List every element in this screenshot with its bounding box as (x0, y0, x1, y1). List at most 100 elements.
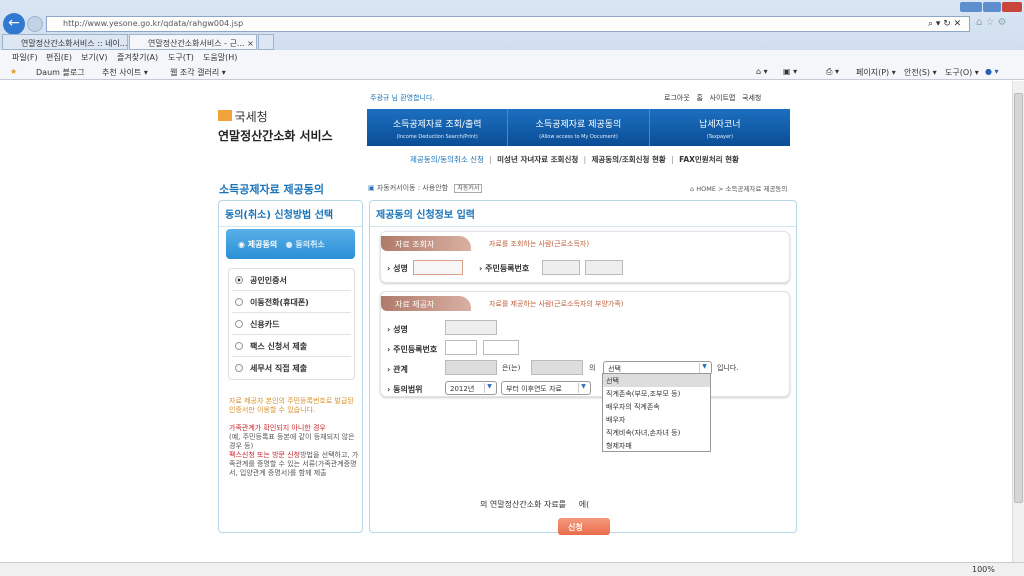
auto-cursor-text: 자동커서이동 : 사용안함 (376, 184, 449, 192)
subnav-minor[interactable]: 미성년 자녀자료 조회신청 (497, 155, 578, 164)
provider-name-label: › 성명 (387, 325, 408, 334)
command-page[interactable]: 페이지(P) ▾ (856, 67, 896, 78)
method-fax[interactable]: 팩스 신청서 제출 (232, 335, 351, 357)
fav-web-slice-gallery[interactable]: 웹 조각 갤러리 ▾ (170, 67, 226, 78)
year-select[interactable]: 2012년 ▼ (445, 381, 497, 395)
breadcrumb: ⌂ HOME > 소득공제자료 제공동의 (690, 183, 787, 193)
agency-name: 국세청 (234, 110, 268, 124)
option[interactable]: 직계비속(자녀,손자녀 등) (603, 426, 710, 439)
method-panel: 동의(취소) 신청방법 선택 ◉ 제공동의 ● 동의취소 공인인증서 이동전화(… (218, 200, 363, 533)
chevron-down-icon: ▼ (699, 363, 709, 373)
menu-bar: 파일(F) 편집(E) 보기(V) 즐겨찾기(A) 도구(T) 도움말(H) (0, 50, 1024, 64)
auto-cursor: ▣ 자동커서이동 : 사용안함 자동커서 (368, 183, 483, 193)
method-visit[interactable]: 세무서 직접 제출 (232, 357, 351, 379)
nav-search-print[interactable]: 소득공제자료 조회/출력 (Income Deduction Search/Pri… (367, 109, 509, 146)
search-refresh-stop-icons[interactable]: ⌕ ▾ ↻ ✕ (928, 19, 961, 29)
method-certificate[interactable]: 공인인증서 (232, 269, 351, 291)
note-family-red: 가족관계가 확인되지 아니한 경우 (229, 424, 326, 432)
range-select[interactable]: 부터 이후연도 자료 ▼ (501, 381, 591, 395)
restore-button[interactable] (983, 2, 1001, 12)
imnida-text: 입니다. (717, 364, 739, 372)
home-link[interactable]: 홈 (696, 94, 702, 102)
nts-logo[interactable]: 국세청 연말정산간소화 서비스 (218, 108, 333, 144)
option[interactable]: 형제자매 (603, 439, 710, 452)
note-fax-red: 팩스신청 또는 방문 신청 (229, 451, 301, 459)
favorites-bar: ★ Daum 블로그 추천 사이트 ▾ 웹 조각 갤러리 ▾ ⌂ ▾ ▣ ▾ ⎙… (0, 64, 1024, 80)
fav-daum-blog[interactable]: Daum 블로그 (36, 67, 85, 78)
back-button[interactable]: ← (3, 13, 25, 35)
favorites-star-icon[interactable]: ★ (10, 67, 17, 76)
close-tab-icon[interactable]: × (247, 39, 254, 48)
subnav-status[interactable]: 제공동의/조회신청 현황 (591, 155, 665, 164)
logo-emblem-icon (218, 110, 232, 121)
sitemap-link[interactable]: 사이트맵 (710, 94, 736, 102)
nav-consent[interactable]: 소득공제자료 제공동의 (Allow access to My Document) (508, 109, 650, 146)
menu-tools[interactable]: 도구(T) (168, 52, 194, 63)
radio-consent[interactable]: ◉ 제공동의 (238, 240, 277, 249)
status-bar: 100% (0, 562, 1024, 576)
viewer-rrn-front[interactable] (542, 260, 580, 275)
page-title: 소득공제자료 제공동의 (219, 183, 325, 196)
menu-edit[interactable]: 편집(E) (46, 52, 72, 63)
viewer-rrn-back[interactable] (585, 260, 623, 275)
provider-rrn-front[interactable] (445, 340, 477, 355)
help-icon[interactable]: ● ▾ (985, 67, 999, 76)
menu-view[interactable]: 보기(V) (81, 52, 107, 63)
method-credit-card[interactable]: 신용카드 (232, 313, 351, 335)
form-title: 제공동의 신청정보 입력 (370, 201, 796, 227)
logout-link[interactable]: 로그아웃 (664, 94, 690, 102)
tab-1[interactable]: 연말정산간소화서비스 :: 네이... (2, 34, 128, 50)
option[interactable]: 배우자의 직계존속 (603, 400, 710, 413)
provider-desc: 자료를 제공하는 사람(근로소득자의 부양가족) (489, 300, 624, 308)
range-label: › 동의범위 (387, 385, 423, 394)
minimize-button[interactable] (960, 2, 982, 12)
provider-tag: 자료 제공자 (381, 296, 471, 311)
viewer-desc: 자료를 조회하는 사람(근로소득자) (489, 240, 590, 248)
nav-taxpayer[interactable]: 납세자코너 (Taxpayer) (650, 109, 790, 146)
command-tools[interactable]: 도구(O) ▾ (945, 67, 979, 78)
radio-cancel[interactable]: ● 동의취소 (286, 240, 325, 249)
relation-viewer-name (445, 360, 497, 375)
fav-suggested-sites[interactable]: 추천 사이트 ▾ (102, 67, 148, 78)
method-list: 공인인증서 이동전화(휴대폰) 신용카드 팩스 신청서 제출 세무서 직접 제출 (228, 268, 355, 380)
option[interactable]: 배우자 (603, 413, 710, 426)
nts-link[interactable]: 국세청 (742, 94, 761, 102)
consent-sentence: 의 연말정산간소화 자료를 에( (480, 500, 590, 509)
note-certificate: 자료 제공자 본인의 주민등록번호로 발급된 인증서만 이용할 수 있습니다. (229, 397, 354, 414)
provider-rrn-label: › 주민등록번호 (387, 345, 438, 354)
ui-text: 의 (589, 364, 596, 372)
forward-button[interactable] (27, 16, 43, 32)
close-window-button[interactable] (1002, 2, 1022, 12)
chevron-down-icon: ▼ (484, 383, 494, 393)
auto-cursor-button[interactable]: 자동커서 (454, 184, 483, 193)
submit-button[interactable]: 신청 (558, 518, 610, 535)
subnav-apply[interactable]: 제공동의/동의취소 신청 (410, 155, 484, 164)
tab-2-active[interactable]: 연말정산간소화서비스 - 근... × (129, 34, 257, 50)
provider-name-input[interactable] (445, 320, 497, 335)
zoom-level[interactable]: 100% (972, 565, 995, 574)
command-home-icon[interactable]: ⌂ ▾ (756, 67, 768, 76)
menu-favorites[interactable]: 즐겨찾기(A) (117, 52, 158, 63)
subnav-fax[interactable]: FAX민원처리 현황 (679, 155, 739, 164)
command-print-icon[interactable]: ⎙ ▾ (826, 67, 839, 77)
eun-text: 은(는) (502, 364, 521, 372)
provider-rrn-back[interactable] (483, 340, 519, 355)
option[interactable]: 직계존속(부모,조부모 등) (603, 387, 710, 400)
command-safety[interactable]: 안전(S) ▾ (904, 67, 937, 78)
option[interactable]: 선택 (603, 374, 710, 387)
scrollbar-thumb[interactable] (1014, 93, 1023, 503)
viewer-name-input[interactable] (413, 260, 463, 275)
method-mobile[interactable]: 이동전화(휴대폰) (232, 291, 351, 313)
web-page: 국세청 연말정산간소화 서비스 주광규 님 환영합니다. 로그아웃 홈 사이트맵… (0, 81, 1012, 562)
tab-label: 연말정산간소화서비스 :: 네이... (21, 39, 128, 48)
address-bar[interactable]: http://www.yesone.go.kr/qdata/rahgw004.j… (46, 16, 970, 32)
menu-help[interactable]: 도움말(H) (203, 52, 237, 63)
command-feed-icon[interactable]: ▣ ▾ (783, 67, 797, 76)
form-panel: 제공동의 신청정보 입력 자료 조회자 자료를 조회하는 사람(근로소득자) ›… (369, 200, 797, 535)
home-star-gear-icons[interactable]: ⌂ ☆ ⚙ (976, 17, 1007, 28)
notes: 자료 제공자 본인의 주민등록번호로 발급된 인증서만 이용할 수 있습니다. … (229, 397, 359, 478)
method-panel-title: 동의(취소) 신청방법 선택 (219, 201, 362, 227)
menu-file[interactable]: 파일(F) (12, 52, 38, 63)
vertical-scrollbar[interactable] (1012, 81, 1024, 562)
new-tab-button[interactable] (258, 34, 274, 50)
